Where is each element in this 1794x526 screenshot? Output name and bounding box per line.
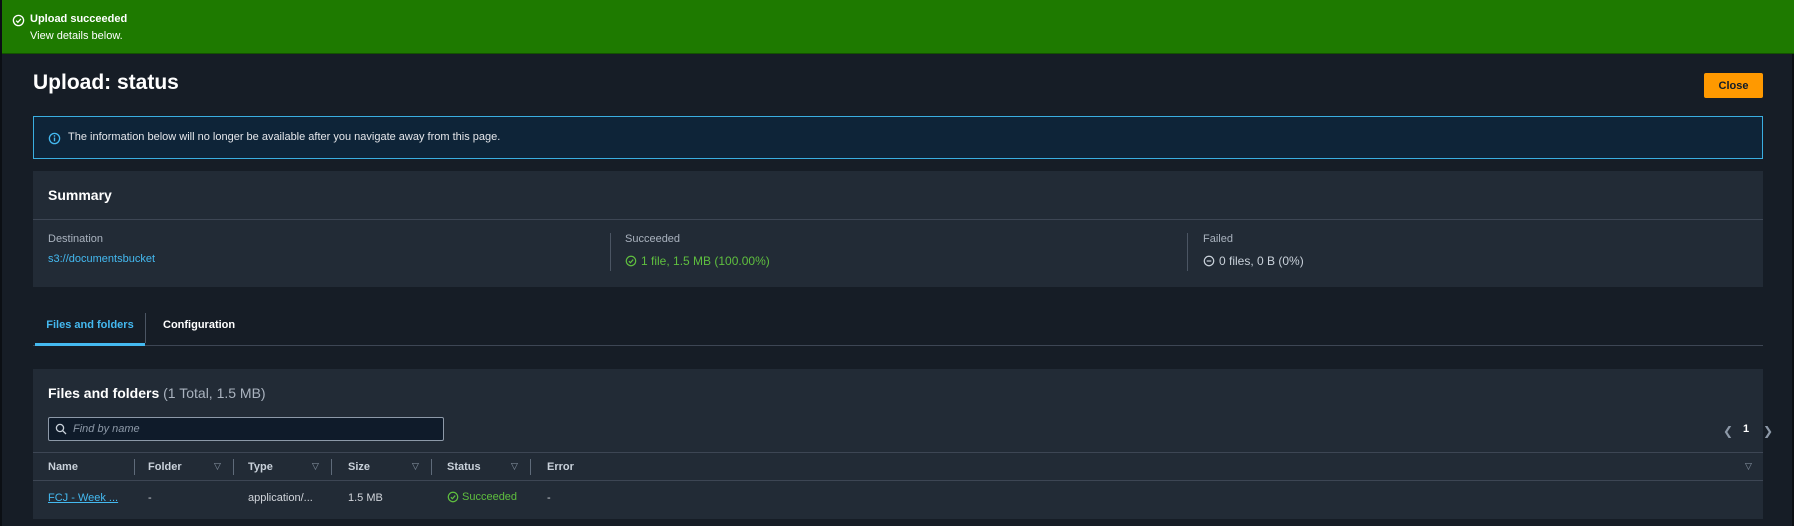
succeeded-label: Succeeded: [625, 233, 681, 245]
check-circle-icon: [12, 14, 25, 27]
failed-column: Failed 0 files, 0 B (0%): [1203, 233, 1304, 279]
destination-column: Destination s3://documentsbucket: [48, 233, 155, 279]
column-header-type[interactable]: Type: [248, 461, 273, 473]
search-input[interactable]: [73, 420, 438, 438]
cell-error: -: [547, 492, 551, 504]
success-check-icon: [447, 491, 459, 503]
column-resize-handle[interactable]: [233, 459, 234, 475]
column-header-size[interactable]: Size: [348, 461, 370, 473]
summary-divider: [1187, 233, 1188, 271]
minus-circle-icon: [1203, 255, 1215, 267]
sort-caret-icon[interactable]: ▽: [214, 461, 221, 472]
success-check-icon: [625, 255, 637, 267]
sort-caret-icon[interactable]: ▽: [1745, 461, 1752, 472]
summary-header: Summary: [33, 171, 1763, 220]
column-resize-handle[interactable]: [134, 459, 135, 475]
column-resize-handle[interactable]: [431, 459, 432, 475]
cell-status: Succeeded: [447, 491, 517, 503]
cell-folder: -: [148, 492, 152, 504]
files-title: Files and folders (1 Total, 1.5 MB): [48, 385, 266, 401]
column-resize-handle[interactable]: [331, 459, 332, 475]
tab-configuration[interactable]: Configuration: [163, 311, 235, 346]
destination-label: Destination: [48, 233, 104, 245]
failed-value: 0 files, 0 B (0%): [1219, 254, 1304, 268]
column-header-error[interactable]: Error: [547, 461, 574, 473]
succeeded-value: 1 file, 1.5 MB (100.00%): [641, 254, 770, 268]
summary-divider: [610, 233, 611, 271]
flash-subtitle: View details below.: [30, 30, 123, 42]
pagination: ❮ 1 ❯: [1723, 421, 1773, 439]
table-row: FCJ - Week ... - application/... 1.5 MB …: [33, 481, 1763, 515]
search-icon: [55, 423, 67, 435]
tab-bar: Files and folders Configuration: [33, 311, 1763, 346]
flash-title: Upload succeeded: [30, 13, 128, 25]
info-icon: [48, 132, 61, 145]
app-frame: Upload succeeded View details below. Upl…: [0, 0, 1794, 526]
tab-files-and-folders[interactable]: Files and folders: [35, 311, 145, 346]
sort-caret-icon[interactable]: ▽: [511, 461, 518, 472]
info-alert: The information below will no longer be …: [33, 116, 1763, 159]
page-number[interactable]: 1: [1743, 423, 1749, 435]
column-header-status[interactable]: Status: [447, 461, 481, 473]
info-alert-text: The information below will no longer be …: [68, 131, 501, 143]
close-button[interactable]: Close: [1704, 73, 1763, 98]
destination-link[interactable]: s3://documentsbucket: [48, 253, 155, 265]
succeeded-column: Succeeded 1 file, 1.5 MB (100.00%): [625, 233, 770, 279]
files-panel: Files and folders (1 Total, 1.5 MB) ❮ 1 …: [33, 369, 1773, 519]
file-name-link[interactable]: FCJ - Week ...: [48, 492, 118, 504]
summary-panel: Summary Destination s3://documentsbucket…: [33, 171, 1763, 287]
table-header: Name Folder ▽ Type ▽ Size ▽ Status ▽ Err…: [33, 452, 1763, 481]
sort-caret-icon[interactable]: ▽: [312, 461, 319, 472]
cell-type: application/...: [248, 492, 313, 504]
failed-label: Failed: [1203, 233, 1233, 245]
chevron-right-icon[interactable]: ❯: [1763, 424, 1773, 438]
column-header-name[interactable]: Name: [48, 461, 78, 473]
files-count: (1 Total, 1.5 MB): [163, 385, 266, 401]
tab-separator: [145, 313, 146, 343]
files-title-text: Files and folders: [48, 385, 160, 401]
search-box: [48, 417, 444, 441]
column-header-folder[interactable]: Folder: [148, 461, 182, 473]
success-flash-banner: Upload succeeded View details below.: [2, 0, 1794, 54]
column-resize-handle[interactable]: [530, 459, 531, 475]
status-text: Succeeded: [462, 491, 518, 503]
cell-size: 1.5 MB: [348, 492, 383, 504]
page-title: Upload: status: [33, 71, 179, 94]
summary-title: Summary: [48, 187, 112, 203]
chevron-left-icon[interactable]: ❮: [1723, 424, 1733, 438]
sort-caret-icon[interactable]: ▽: [412, 461, 419, 472]
